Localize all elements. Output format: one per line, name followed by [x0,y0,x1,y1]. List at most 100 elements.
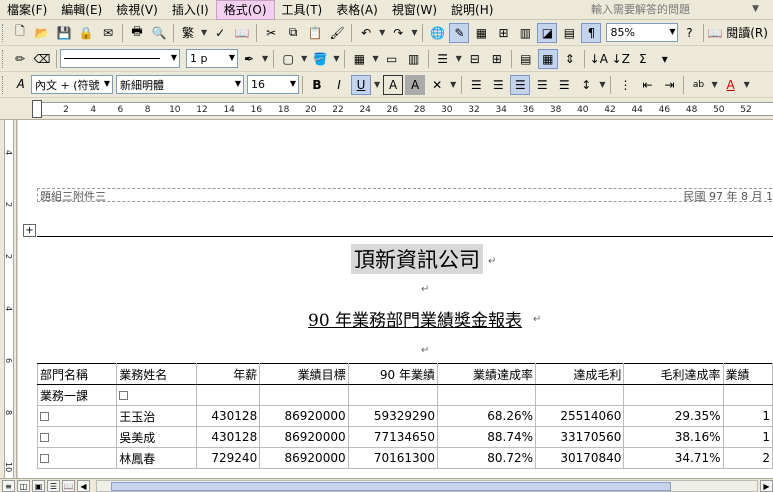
chevron-down-icon[interactable]: ▼ [379,28,385,37]
align-cell-icon[interactable]: ☰ [433,49,453,69]
outline-view-icon[interactable]: ☰ [47,479,60,492]
shading-color-icon[interactable]: 🪣 [310,49,330,69]
sales-table[interactable]: 部門名稱 業務姓名 年薪 業績目標 90 年業績 業績達成率 達成毛利 毛利達成… [36,363,773,469]
horizontal-scrollbar[interactable] [96,479,758,492]
print-preview-icon[interactable]: 🔍 [149,23,169,43]
document-map-icon[interactable]: ▤ [559,23,579,43]
help-dropdown-icon[interactable]: ▼ [752,4,759,14]
menu-insert[interactable]: 插入(I) [165,0,216,20]
chevron-down-icon[interactable]: ▼ [711,80,717,89]
web-layout-icon[interactable]: ◫ [17,479,30,492]
cut-icon[interactable]: ✂ [261,23,281,43]
style-select[interactable]: 內文 + (符號 ▼ [31,75,113,94]
line-weight-select[interactable]: 1 p ▼ [186,49,238,68]
toolbar-grip[interactable] [2,75,6,94]
align-left-icon[interactable]: ☰ [466,75,486,95]
menu-table[interactable]: 表格(A) [329,0,385,20]
chevron-down-icon[interactable]: ▼ [372,54,378,63]
format-painter-icon[interactable]: 🖌 [327,23,347,43]
help-search-input[interactable]: 輸入需要解答的問題 [591,1,741,18]
distribute-rows-icon[interactable]: ⊟ [465,49,485,69]
reading-layout-icon[interactable]: 📖 [62,479,75,492]
menu-edit[interactable]: 編輯(E) [54,0,109,20]
chevron-down-icon[interactable]: ▼ [744,80,750,89]
increase-indent-icon[interactable]: ⇥ [659,75,679,95]
print-icon[interactable]: 🖶 [127,23,147,43]
drawing-icon[interactable]: ◪ [537,22,558,43]
border-color-icon[interactable]: ✒ [239,49,259,69]
font-color-button[interactable]: A [721,75,741,95]
chevron-down-icon[interactable]: ▼ [599,80,605,89]
email-icon[interactable]: ✉ [98,23,118,43]
distribute-columns-icon[interactable]: ⊞ [487,49,507,69]
styles-formatting-icon[interactable]: 𝐴 [10,75,30,95]
draw-table-icon[interactable]: ✏ [10,49,30,69]
research-icon[interactable]: 📖 [232,23,252,43]
sort-ascending-icon[interactable]: ↓A [589,49,609,69]
header-area[interactable] [37,188,773,202]
line-spacing-icon[interactable]: ↕ [576,75,596,95]
toolbar-grip[interactable] [2,23,6,42]
table-move-handle-icon[interactable]: + [23,224,36,237]
chevron-down-icon[interactable]: ▼ [201,28,207,37]
new-document-icon[interactable]: 🗋 [10,23,30,43]
merge-cells-icon[interactable]: ▭ [382,49,402,69]
bold-button[interactable]: B [307,75,327,95]
italic-button[interactable]: I [329,75,349,95]
font-select[interactable]: 新細明體 ▼ [116,75,244,94]
save-icon[interactable]: 💾 [54,23,74,43]
print-layout-icon[interactable]: ▣ [32,479,45,492]
copy-icon[interactable]: ⧉ [283,23,303,43]
vertical-ruler[interactable]: 4 2 2 4 6 8 10 [0,120,17,478]
chevron-down-icon[interactable]: ▼ [262,54,268,63]
hyperlink-icon[interactable]: 🌐 [427,23,447,43]
chevron-down-icon[interactable]: ▼ [333,54,339,63]
menu-view[interactable]: 檢視(V) [109,0,165,20]
menu-file[interactable]: 檔案(F) [0,0,54,20]
zoom-select[interactable]: 85% ▼ [606,23,679,42]
text-direction-icon[interactable]: ⇕ [560,49,580,69]
highlight-button[interactable]: ab [688,75,708,95]
numbering-icon[interactable]: ⋮ [615,75,635,95]
distributed-icon[interactable]: ☰ [554,75,574,95]
indent-marker-icon[interactable] [32,100,42,118]
sort-descending-icon[interactable]: ↓Z [611,49,631,69]
undo-icon[interactable]: ↶ [356,23,376,43]
scrollbar-thumb[interactable] [111,481,671,491]
tables-borders-icon[interactable]: ✎ [449,22,470,43]
eraser-icon[interactable]: ⌫ [32,49,52,69]
scroll-right-icon[interactable]: ▶ [760,479,773,492]
insert-table-grid-icon[interactable]: ▦ [349,49,369,69]
character-border-button[interactable]: A [383,74,404,95]
line-style-select[interactable]: ▼ [60,49,180,68]
spelling-icon[interactable]: ✓ [210,23,230,43]
underline-button[interactable]: U [351,74,371,95]
font-size-select[interactable]: 16 ▼ [247,75,299,94]
permission-icon[interactable]: 🔒 [76,23,96,43]
normal-view-icon[interactable]: ≡ [2,479,15,492]
traditional-chinese-button[interactable]: 繁 [178,23,198,43]
chevron-down-icon[interactable]: ▼ [301,54,307,63]
horizontal-ruler[interactable]: 2 4 6 8 10 12 14 16 18 20 22 24 26 28 30 32 34 36 38 40 42 44… [0,98,773,120]
align-center-icon[interactable]: ☰ [488,75,508,95]
insert-excel-icon[interactable]: ⊞ [493,23,513,43]
paste-icon[interactable]: 📋 [305,23,325,43]
chevron-down-icon[interactable]: ▼ [450,80,456,89]
autosum-icon[interactable]: Σ [633,49,653,69]
menu-format[interactable]: 格式(O) [215,0,275,20]
table-autoformat-icon[interactable]: ▤ [516,49,536,69]
open-icon[interactable]: 📂 [32,23,52,43]
character-scale-icon[interactable]: ✕ [427,75,447,95]
menu-tools[interactable]: 工具(T) [275,0,330,20]
chevron-down-icon[interactable]: ▼ [456,54,462,63]
chevron-down-icon[interactable]: ▼ [374,80,380,89]
columns-icon[interactable]: ▥ [515,23,535,43]
redo-icon[interactable]: ↷ [388,23,408,43]
outside-border-icon[interactable]: ▢ [278,49,298,69]
help-icon[interactable]: ? [679,23,699,43]
document-page[interactable]: 題組三附件三 民國 97 年 8 月 1 + 頂新資訊公司 ↵ ↵ 90 年業務… [18,120,773,478]
chevron-down-icon[interactable]: ▼ [411,28,417,37]
scroll-left-icon[interactable]: ◀ [77,479,90,492]
autofit-icon[interactable]: ▦ [537,48,558,69]
show-hide-icon[interactable]: ¶ [581,22,602,43]
